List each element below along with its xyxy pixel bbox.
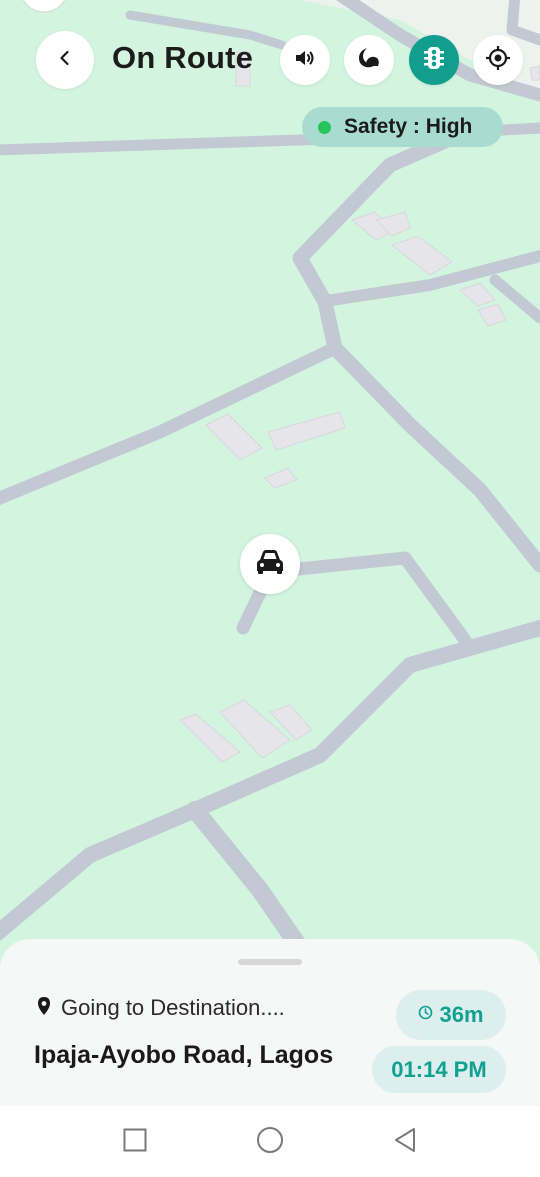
traffic-light-icon <box>422 45 446 76</box>
system-navigation-bar <box>0 1106 540 1177</box>
back-nav-button[interactable] <box>391 1126 419 1159</box>
traffic-button[interactable] <box>409 35 459 85</box>
arrival-time-chip: 01:14 PM <box>372 1046 506 1093</box>
drag-handle[interactable] <box>238 959 302 965</box>
back-button[interactable] <box>36 31 94 89</box>
car-icon <box>254 548 286 581</box>
moon-icon <box>356 45 382 76</box>
home-button[interactable] <box>256 1126 284 1159</box>
night-mode-button[interactable] <box>344 35 394 85</box>
sound-button[interactable] <box>280 35 330 85</box>
page-title: On Route <box>112 40 254 75</box>
trip-info-sheet: Going to Destination.... Ipaja-Ayobo Roa… <box>0 939 540 1119</box>
recent-apps-icon <box>122 1127 148 1158</box>
duration-value: 36m <box>439 1002 484 1027</box>
location-pin-icon <box>36 996 52 1021</box>
safety-badge: Safety : High <box>302 107 503 147</box>
recent-apps-button[interactable] <box>121 1128 149 1156</box>
speaker-icon <box>293 46 317 75</box>
vehicle-marker[interactable] <box>240 534 300 594</box>
destination-name: Ipaja-Ayobo Road, Lagos <box>34 1041 334 1069</box>
back-icon <box>392 1126 418 1159</box>
status-dot <box>318 120 331 134</box>
crosshair-icon <box>485 45 511 76</box>
trip-status-label: Going to Destination.... <box>61 995 285 1020</box>
recenter-button[interactable] <box>473 35 523 85</box>
duration-chip: 36m <box>396 990 506 1040</box>
trip-status: Going to Destination.... <box>36 995 285 1021</box>
home-icon <box>256 1126 284 1159</box>
clock-icon <box>418 1005 433 1025</box>
safety-label: Safety : High <box>344 115 473 138</box>
top-bar: On Route <box>0 0 540 100</box>
chevron-left-icon <box>55 48 75 73</box>
